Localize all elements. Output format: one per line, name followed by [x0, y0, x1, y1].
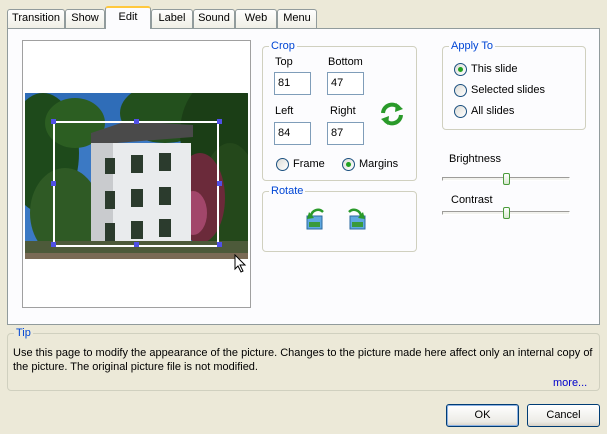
- rotate-group: Rotate: [262, 184, 417, 252]
- refresh-arrows-icon[interactable]: [379, 101, 405, 127]
- brightness-label: Brightness: [449, 153, 501, 165]
- crop-legend: Crop: [269, 39, 297, 53]
- apply-all-slides-radio[interactable]: [454, 105, 467, 118]
- apply-all-slides-label: All slides: [471, 105, 515, 117]
- crop-handle-top-right[interactable]: [217, 119, 222, 124]
- ok-button[interactable]: OK: [446, 404, 519, 427]
- apply-selected-slides-radio[interactable]: [454, 84, 467, 97]
- tip-text: Use this page to modify the appearance o…: [13, 347, 593, 373]
- crop-right-input[interactable]: 87: [327, 122, 364, 145]
- more-link[interactable]: more...: [553, 377, 587, 390]
- apply-this-slide-radio[interactable]: [454, 63, 467, 76]
- crop-frame-radio[interactable]: [276, 158, 289, 171]
- crop-handle-right[interactable]: [217, 181, 222, 186]
- crop-margins-label: Margins: [359, 158, 399, 170]
- rotate-left-icon[interactable]: [305, 208, 327, 232]
- crop-frame-label: Frame: [293, 158, 325, 170]
- crop-left-input[interactable]: 84: [274, 122, 311, 145]
- crop-handle-bottom-right[interactable]: [217, 242, 222, 247]
- tip-legend: Tip: [14, 326, 33, 340]
- crop-handle-bottom-left[interactable]: [51, 242, 56, 247]
- picture-preview[interactable]: [22, 40, 251, 308]
- contrast-slider-thumb[interactable]: [503, 207, 510, 219]
- crop-bottom-label: Bottom: [328, 56, 363, 68]
- crop-right-label: Right: [330, 105, 356, 117]
- rotate-legend: Rotate: [269, 184, 306, 198]
- crop-bottom-input[interactable]: 47: [327, 72, 364, 95]
- crop-top-input[interactable]: 81: [274, 72, 311, 95]
- apply-selected-slides-label: Selected slides: [471, 84, 545, 96]
- crop-left-label: Left: [275, 105, 294, 117]
- apply-to-legend: Apply To: [449, 39, 495, 53]
- contrast-label: Contrast: [451, 194, 493, 206]
- apply-this-slide-label: This slide: [471, 63, 518, 75]
- crop-handle-left[interactable]: [51, 181, 56, 186]
- crop-handle-top[interactable]: [134, 119, 139, 124]
- rotate-right-icon[interactable]: [345, 208, 367, 232]
- mouse-pointer-icon: [234, 254, 247, 273]
- brightness-slider-thumb[interactable]: [503, 173, 510, 185]
- crop-margins-radio[interactable]: [342, 158, 355, 171]
- crop-handle-bottom[interactable]: [134, 242, 139, 247]
- crop-rectangle[interactable]: [53, 121, 219, 247]
- crop-handle-top-left[interactable]: [51, 119, 56, 124]
- crop-top-label: Top: [275, 56, 293, 68]
- cancel-button[interactable]: Cancel: [527, 404, 600, 427]
